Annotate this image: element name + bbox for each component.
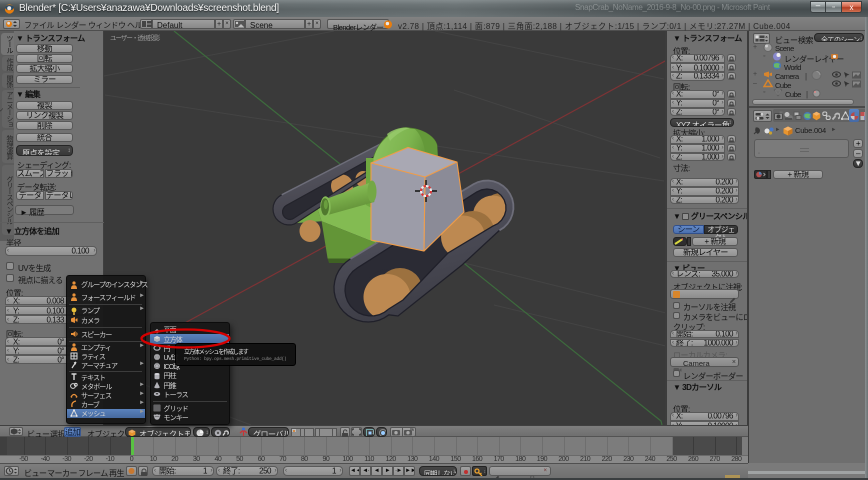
svg-text:ユーザー・透視投影: ユーザー・透視投影 bbox=[110, 33, 161, 42]
